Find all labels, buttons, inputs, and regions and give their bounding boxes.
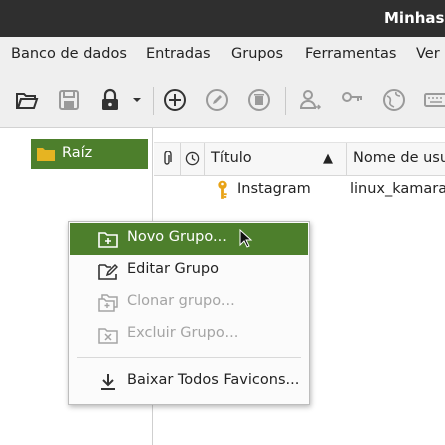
menu-entries[interactable]: Entradas bbox=[146, 46, 211, 62]
toolbar-separator bbox=[285, 87, 286, 115]
copy-password-icon[interactable] bbox=[340, 88, 364, 112]
menu-item-label: Baixar Todos Favicons... bbox=[127, 372, 300, 388]
delete-group-icon bbox=[98, 326, 118, 344]
title-bar: Minhas S bbox=[0, 0, 445, 37]
clock-icon bbox=[185, 151, 200, 170]
menu-groups[interactable]: Grupos bbox=[231, 46, 283, 62]
copy-username-icon[interactable] bbox=[298, 88, 322, 112]
menu-item-label: Editar Grupo bbox=[127, 261, 219, 277]
column-attachment[interactable] bbox=[154, 143, 181, 175]
autotype-icon[interactable] bbox=[424, 88, 445, 112]
add-entry-icon[interactable] bbox=[163, 88, 187, 112]
new-group-icon bbox=[98, 230, 118, 248]
clone-group-icon bbox=[98, 294, 118, 312]
menu-item-label: Novo Grupo... bbox=[127, 229, 227, 245]
folder-icon bbox=[37, 146, 55, 161]
edit-group-icon bbox=[98, 262, 118, 280]
menu-item-new-group[interactable]: Novo Grupo... bbox=[70, 223, 308, 255]
menu-item-label: Clonar grupo... bbox=[127, 293, 235, 309]
paperclip-icon bbox=[161, 150, 173, 171]
download-icon bbox=[98, 373, 118, 391]
column-expires[interactable] bbox=[181, 143, 205, 175]
menu-item-clone-group[interactable]: Clonar grupo... bbox=[70, 287, 308, 319]
toolbar-separator bbox=[153, 87, 154, 115]
group-root-label: Raíz bbox=[62, 145, 93, 161]
entry-username: linux_kamarad bbox=[350, 181, 445, 197]
group-tree-root[interactable]: Raíz bbox=[31, 139, 148, 169]
window-title: Minhas S bbox=[384, 9, 445, 27]
open-database-icon[interactable] bbox=[15, 88, 39, 112]
edit-entry-icon[interactable] bbox=[205, 88, 229, 112]
entry-title: Instagram bbox=[237, 181, 311, 197]
context-menu: Novo Grupo... Editar Grupo Clonar grupo.… bbox=[68, 221, 310, 405]
mouse-pointer-icon bbox=[239, 228, 253, 249]
open-url-icon[interactable] bbox=[382, 88, 406, 112]
table-row[interactable]: Instagram linux_kamarad bbox=[154, 175, 445, 205]
menu-database[interactable]: Banco de dados bbox=[11, 46, 127, 62]
key-icon bbox=[216, 180, 229, 205]
menu-item-label: Excluir Grupo... bbox=[127, 325, 239, 341]
column-username[interactable]: Nome de usu bbox=[347, 143, 445, 175]
menu-bar: Banco de dados Entradas Grupos Ferrament… bbox=[0, 37, 445, 73]
save-database-icon[interactable] bbox=[57, 88, 81, 112]
toolbar bbox=[0, 73, 445, 128]
entry-table-header: Título ▲ Nome de usu bbox=[154, 142, 445, 176]
menu-separator bbox=[77, 357, 301, 358]
sort-ascending-icon: ▲ bbox=[323, 151, 333, 166]
menu-item-download-favicons[interactable]: Baixar Todos Favicons... bbox=[70, 366, 308, 398]
lock-database-icon[interactable] bbox=[98, 88, 122, 112]
menu-view[interactable]: Ver bbox=[416, 46, 440, 62]
delete-entry-icon[interactable] bbox=[247, 88, 271, 112]
menu-item-edit-group[interactable]: Editar Grupo bbox=[70, 255, 308, 287]
menu-tools[interactable]: Ferramentas bbox=[305, 46, 396, 62]
column-username-label: Nome de usu bbox=[353, 150, 445, 166]
chevron-down-icon[interactable] bbox=[130, 88, 144, 112]
column-title[interactable]: Título ▲ bbox=[205, 143, 347, 175]
column-title-label: Título bbox=[211, 150, 252, 166]
menu-item-delete-group[interactable]: Excluir Grupo... bbox=[70, 319, 308, 351]
